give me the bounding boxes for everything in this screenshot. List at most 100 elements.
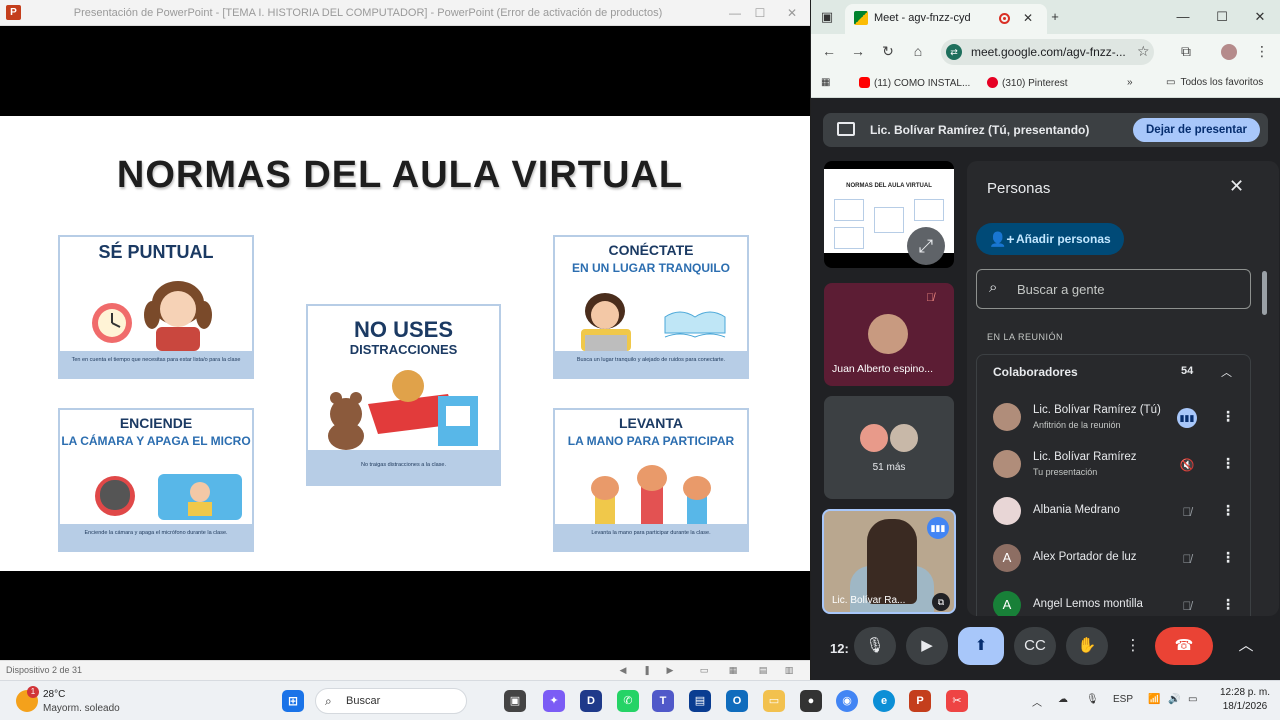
store-icon[interactable]: ▤ [689,690,711,712]
volume-icon[interactable]: 🔊 [1168,694,1180,705]
more-options-icon[interactable]: ⋮ [1221,455,1235,472]
task-view-icon[interactable]: ▣ [504,690,526,712]
more-options-icon[interactable]: ⋮ [1221,502,1235,519]
bookmarks-bar: ▦ (11) COMO INSTAL... (310) Pinterest » … [811,70,1280,98]
snipping-tool-icon[interactable]: ✂ [946,690,968,712]
slide[interactable]: NORMAS DEL AULA VIRTUAL SÉ PUNTUAL Ten e… [0,116,810,571]
normal-view-icon[interactable]: ▭ [698,665,710,676]
slideshow-icon[interactable]: ▥ [783,665,795,676]
ppt-title-bar: P Presentación de PowerPoint - [TEMA I. … [0,0,810,26]
chrome-icon[interactable]: ◉ [836,690,858,712]
pin-icon[interactable]: ⧉ [932,593,950,611]
more-options-icon[interactable]: ⋮ [1221,549,1235,566]
copilot-icon[interactable]: ✦ [543,690,565,712]
more-options-button[interactable]: ⋮ [1121,627,1145,665]
dell-icon[interactable]: D [580,690,602,712]
edge-icon[interactable]: e [873,690,895,712]
card-title: ENCIENDE LA CÁMARA Y APAGA EL MICRO [61,415,251,448]
outlook-icon[interactable]: O [726,690,748,712]
battery-icon[interactable]: ▭ [1188,694,1197,705]
clock-time: 12:28 p. m. [1219,687,1271,698]
participant-row[interactable]: Lic. Bolívar Ramírez (Tú) Anfitrión de l… [977,395,1250,441]
start-button[interactable]: ⊞ [282,690,304,712]
add-people-button[interactable]: 👤+ Añadir personas [976,223,1124,255]
home-icon[interactable]: ⌂ [909,43,927,59]
maximize-button[interactable]: ☐ [750,3,770,23]
minimize-button[interactable]: — [1175,9,1191,24]
close-button[interactable]: ✕ [1252,9,1268,25]
reading-view-icon[interactable]: ▤ [757,665,769,676]
apps-icon[interactable]: ▦ [821,77,830,88]
chevron-up-icon[interactable]: ︿ [1032,694,1042,709]
more-bookmarks-icon[interactable]: » [1127,77,1133,88]
wifi-icon[interactable]: 📶 [1148,694,1160,705]
present-screen-icon [837,122,855,136]
all-bookmarks[interactable]: ▭ Todos los favoritos [1166,77,1263,88]
next-slide-icon[interactable]: ▶ [664,665,676,676]
network-cloud-icon[interactable]: ☁ [1058,694,1068,705]
chevron-up-icon[interactable]: ︿ [1221,364,1232,380]
card-caption: No traigas distracciones a la clase. [308,450,499,484]
tab-meet[interactable]: Meet - agv-fnzz-cyd ✕ [845,4,1047,34]
group-title[interactable]: Colaboradores [993,365,1078,379]
people-search-input[interactable] [1017,279,1237,299]
back-icon[interactable]: ← [820,43,838,59]
minimize-button[interactable]: — [725,3,745,23]
participant-role: Tu presentación [1033,467,1098,477]
muted-mic-icon: 🎙̸ [1182,552,1192,566]
reload-icon[interactable]: ↻ [879,43,897,60]
participant-row[interactable]: A Angel Lemos montilla 🎙̸ ⋮ [977,583,1250,616]
bookmark-pinterest[interactable]: (310) Pinterest [987,77,1068,89]
whatsapp-icon[interactable]: ✆ [617,690,639,712]
slide-sorter-icon[interactable]: ▦ [727,665,739,676]
powerpoint-icon[interactable]: P [909,690,931,712]
more-participants-tile[interactable]: 51 más [824,396,954,499]
clock[interactable]: 12:28 p. m. 18/1/2026 [1217,686,1273,714]
expand-icon[interactable]: ⤢ [907,227,945,265]
maximize-button[interactable]: ☐ [1214,9,1230,25]
file-explorer-icon[interactable]: ▭ [763,690,785,712]
app-icon[interactable]: ● [800,690,822,712]
menu-icon[interactable]: ⋮ [1253,43,1271,60]
camera-button[interactable]: ▶ [906,627,948,665]
participant-row[interactable]: Albania Medrano 🎙̸ ⋮ [977,489,1250,535]
taskbar-search[interactable]: ⌕ Buscar [315,688,467,714]
forward-icon[interactable]: → [849,43,867,59]
language-indicator[interactable]: ESP [1113,694,1133,705]
recording-icon [999,13,1010,24]
folder-icon: ▭ [1166,77,1176,88]
more-options-icon[interactable]: ⋮ [1221,408,1235,425]
more-options-icon[interactable]: ⋮ [1221,596,1235,613]
microphone-icon[interactable]: 🎙 [1086,694,1099,705]
leave-call-button[interactable]: ☎ [1155,627,1213,665]
previous-slide-icon[interactable]: ◀ [617,665,629,676]
bookmark-youtube[interactable]: (11) COMO INSTAL... [859,77,970,89]
new-tab-button[interactable]: + [1047,9,1063,24]
close-button[interactable]: ✕ [782,3,802,23]
participant-row[interactable]: A Alex Portador de luz 🎙̸ ⋮ [977,536,1250,582]
chevron-up-icon[interactable]: ︿ [1234,627,1258,665]
participant-tile-juan[interactable]: 🎙̸ Juan Alberto espino... [824,283,954,386]
mic-button[interactable]: 🎙 [854,627,896,665]
present-button[interactable]: ⬆ [958,627,1004,665]
address-bar[interactable]: ⇄ meet.google.com/agv-fnzz-... ☆ [941,39,1154,65]
profile-avatar[interactable] [1221,44,1237,60]
pause-icon[interactable]: ❚ [641,665,653,676]
bookmark-star-icon[interactable]: ☆ [1137,43,1150,60]
presentation-tile[interactable]: NORMAS DEL AULA VIRTUAL ⤢ [824,161,954,268]
participant-row[interactable]: Lic. Bolívar Ramírez Tu presentación 🔇 ⋮ [977,442,1250,488]
stop-presenting-button[interactable]: Dejar de presentar [1133,118,1260,142]
raise-hand-button[interactable]: ✋ [1066,627,1108,665]
alarm-clock-girl-illustration [60,271,252,351]
extensions-icon[interactable]: ⧉ [1177,43,1195,60]
teams-icon[interactable]: T [652,690,674,712]
people-search[interactable]: ⌕ [976,269,1251,309]
tab-search-icon[interactable]: ▣ [819,9,835,25]
captions-button[interactable]: CC [1014,627,1056,665]
avatar [993,450,1021,478]
scrollbar[interactable] [1262,271,1267,315]
self-video-tile[interactable]: ▮▮▮ Lic. Bolívar Ra... ⧉ [822,509,956,614]
close-panel-icon[interactable]: ✕ [1229,176,1244,197]
tab-close-icon[interactable]: ✕ [1023,11,1033,25]
site-info-icon[interactable]: ⇄ [946,44,962,60]
